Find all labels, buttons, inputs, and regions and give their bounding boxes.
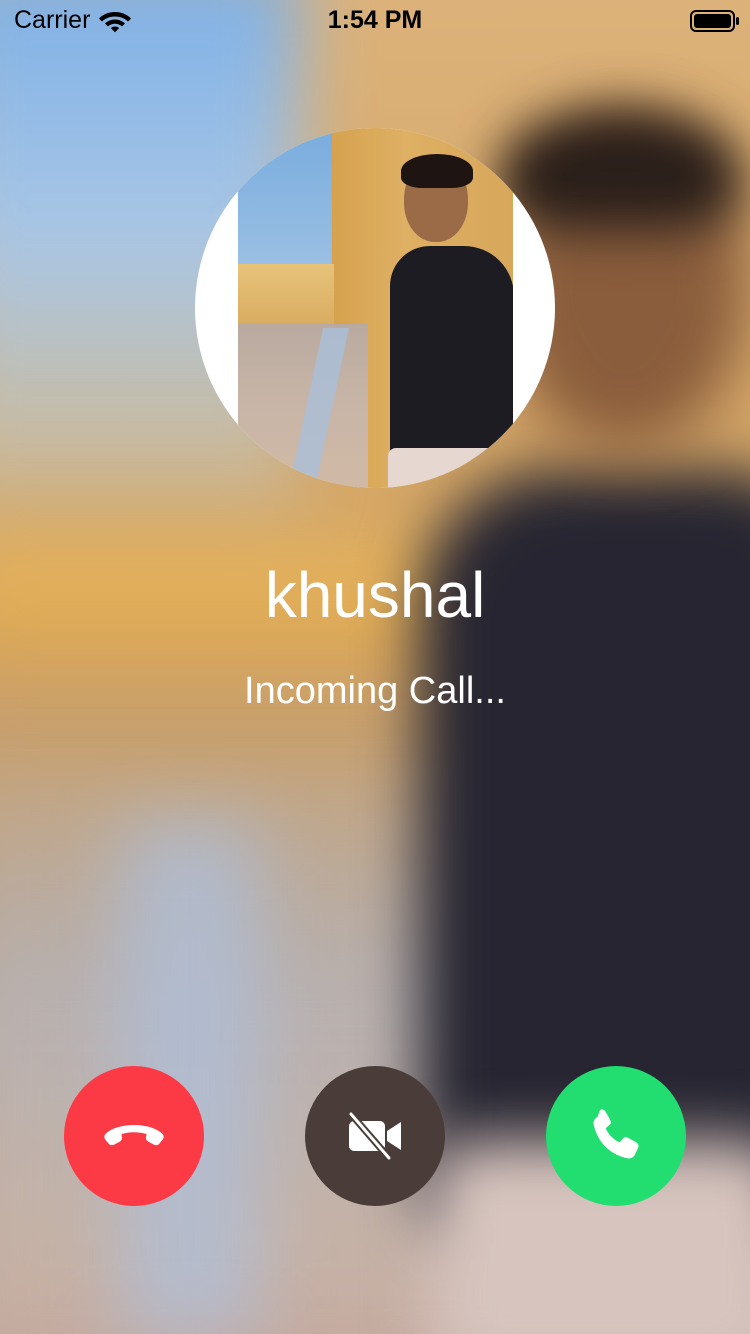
battery-icon [690, 10, 739, 32]
video-off-icon [347, 1111, 401, 1161]
decline-call-button[interactable] [64, 1066, 204, 1206]
caller-photo [238, 128, 513, 488]
caller-avatar [195, 128, 555, 488]
status-bar: Carrier 1:54 PM [0, 0, 750, 40]
video-toggle-button[interactable] [305, 1066, 445, 1206]
background-person-hair [500, 110, 740, 230]
caller-name: khushal [264, 559, 486, 631]
phone-icon [593, 1109, 639, 1159]
status-time: 1:54 PM [327, 6, 423, 34]
accept-call-button[interactable] [546, 1066, 686, 1206]
call-status: Incoming Call... [244, 670, 506, 712]
phone-hangup-icon [104, 1125, 164, 1146]
